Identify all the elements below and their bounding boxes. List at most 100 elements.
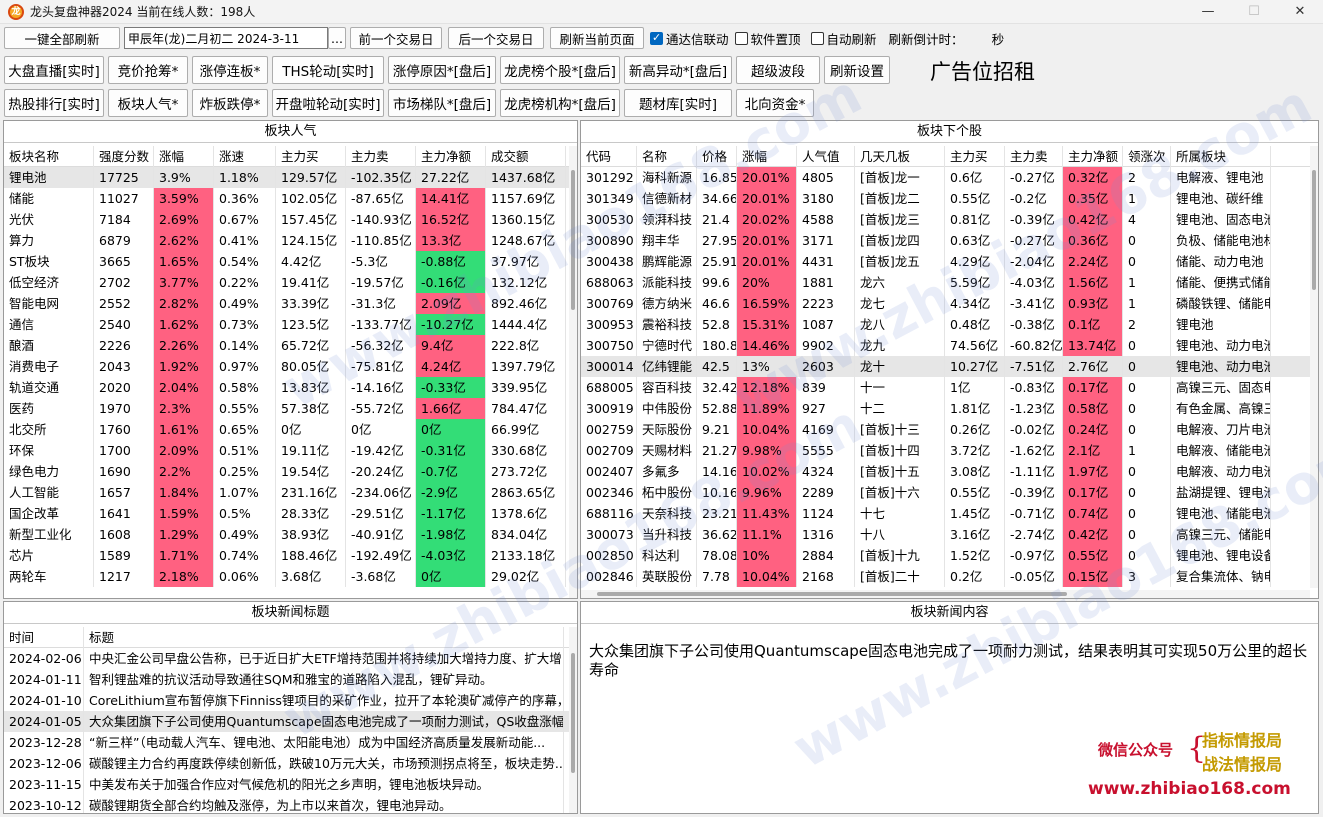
nav-button[interactable]: THS轮动[实时] — [272, 56, 384, 84]
next-trading-day-button[interactable]: 后一个交易日 — [448, 27, 544, 49]
maximize-button[interactable]: ☐ — [1231, 0, 1277, 24]
table-row[interactable]: 环保 1700 2.09% 0.51% 19.11亿 -19.42亿 -0.31亿 330.6… — [4, 440, 577, 461]
scroll-thumb[interactable] — [597, 592, 1067, 596]
table-row[interactable]: 2023-10-12 碳酸锂期货全部合约均触及涨停，为上市以来首次，锂电池异动。 — [4, 795, 577, 813]
table-row[interactable]: 300890 翔丰华 27.95 20.01% 3171 [首板]龙四 0.63亿 -0.27… — [581, 230, 1318, 251]
date-picker-button[interactable]: ... — [328, 27, 346, 49]
sector-table[interactable]: 板块名称 强度分数 涨幅 涨速 主力买 主力卖 主力净额 成交额 锂电池 17725 3.9% 1.1… — [4, 146, 577, 598]
nav-button[interactable]: 开盘啦轮动[实时] — [272, 89, 384, 117]
table-row[interactable]: 轨道交通 2020 2.04% 0.58% 13.83亿 -14.16亿 -0.33亿 339… — [4, 377, 577, 398]
nav-button[interactable]: 竞价抢筹* — [108, 56, 188, 84]
table-row[interactable]: 2024-01-05 大众集团旗下子公司使用Quantumscape固态电池完成了… — [4, 711, 577, 732]
table-row[interactable]: 300073 当升科技 36.62 11.1% 1316 十八 3.16亿 -2.74亿 0.4… — [581, 524, 1318, 545]
table-row[interactable]: 2024-02-06 中央汇金公司早盘公告称，已于近日扩大ETF增持范围并将持续加… — [4, 648, 577, 669]
column-header[interactable]: 领涨次 — [1123, 146, 1171, 167]
column-header[interactable]: 所属板块 — [1171, 146, 1271, 167]
table-row[interactable]: 002846 英联股份 7.78 10.04% 2168 [首板]二十 0.2亿 -0.05亿… — [581, 566, 1318, 587]
table-row[interactable]: 2023-12-28 “新三样”（电动载人汽车、锂电池、太阳能电池）成为中国经济高… — [4, 732, 577, 753]
table-row[interactable]: 低空经济 2702 3.77% 0.22% 19.41亿 -19.57亿 -0.16亿 132… — [4, 272, 577, 293]
nav-button[interactable]: 大盘直播[实时] — [4, 56, 104, 84]
nav-button[interactable]: 涨停原因*[盘后] — [388, 56, 496, 84]
column-header[interactable]: 时间 — [4, 627, 84, 648]
close-button[interactable]: ✕ — [1277, 0, 1323, 24]
scroll-thumb[interactable] — [1312, 170, 1316, 290]
table-row[interactable]: 绿色电力 1690 2.2% 0.25% 19.54亿 -20.24亿 -0.7亿 273.7… — [4, 461, 577, 482]
column-header[interactable]: 涨幅 — [154, 146, 214, 167]
table-row[interactable]: 301292 海科新源 16.85 20.01% 4805 [首板]龙一 0.6亿 -0.27… — [581, 167, 1318, 188]
table-row[interactable]: 300953 震裕科技 52.8 15.31% 1087 龙八 0.48亿 -0.38亿 0.1… — [581, 314, 1318, 335]
horizontal-scrollbar[interactable] — [581, 590, 1310, 598]
table-row[interactable]: 688063 派能科技 99.6 20% 1881 龙六 5.59亿 -4.03亿 1.56亿 1… — [581, 272, 1318, 293]
table-row[interactable]: 算力 6879 2.62% 0.41% 124.15亿 -110.85亿 13.3亿 1248… — [4, 230, 577, 251]
column-header[interactable]: 成交额 — [486, 146, 566, 167]
column-header[interactable]: 人气值 — [797, 146, 855, 167]
table-row[interactable]: 300530 领湃科技 21.4 20.02% 4588 [首板]龙三 0.81亿 -0.39… — [581, 209, 1318, 230]
table-row[interactable]: 300438 鹏辉能源 25.91 20.01% 4431 [首板]龙五 4.29亿 -2.0… — [581, 251, 1318, 272]
column-header[interactable]: 主力卖 — [1005, 146, 1063, 167]
column-header[interactable]: 名称 — [637, 146, 697, 167]
column-header[interactable]: 标题 — [84, 627, 564, 648]
column-header[interactable]: 涨速 — [214, 146, 276, 167]
scroll-thumb[interactable] — [571, 653, 575, 773]
table-row[interactable]: 锂电池 17725 3.9% 1.18% 129.57亿 -102.35亿 27.22亿 14… — [4, 167, 577, 188]
table-row[interactable]: 002346 柘中股份 10.16 9.96% 2289 [首板]十六 0.55亿 -0.39… — [581, 482, 1318, 503]
tdx-link-checkbox[interactable]: 通达信联动 — [650, 29, 729, 48]
column-header[interactable]: 主力买 — [276, 146, 346, 167]
column-header[interactable]: 板块名称 — [4, 146, 94, 167]
vertical-scrollbar[interactable] — [1310, 146, 1318, 588]
table-row[interactable]: 2023-12-06 碳酸锂主力合约再度跌停续创新低，跌破10万元大关，市场预测拐… — [4, 753, 577, 774]
pin-top-checkbox[interactable]: 软件置顶 — [734, 29, 801, 48]
table-row[interactable]: 光伏 7184 2.69% 0.67% 157.45亿 -140.93亿 16.52亿 136… — [4, 209, 577, 230]
table-row[interactable]: 002759 天际股份 9.21 10.04% 4169 [首板]十三 0.26亿 -0.02… — [581, 419, 1318, 440]
column-header[interactable]: 价格 — [697, 146, 737, 167]
nav-button[interactable]: 北向资金* — [736, 89, 814, 117]
vertical-scrollbar[interactable] — [569, 627, 577, 813]
nav-button[interactable]: 新高异动*[盘后] — [624, 56, 732, 84]
table-row[interactable]: 通信 2540 1.62% 0.73% 123.5亿 -133.77亿 -10.27亿 144… — [4, 314, 577, 335]
table-row[interactable]: 300919 中伟股份 52.88 11.89% 927 十二 1.81亿 -1.23亿 0.5… — [581, 398, 1318, 419]
minimize-button[interactable]: — — [1185, 0, 1231, 24]
table-row[interactable]: 2024-01-10 CoreLithium宣布暂停旗下Finniss锂项目的采矿… — [4, 690, 577, 711]
table-row[interactable]: 人工智能 1657 1.84% 1.07% 231.16亿 -234.06亿 -2.9亿 28… — [4, 482, 577, 503]
table-row[interactable]: 新型工业化 1608 1.29% 0.49% 38.93亿 -40.91亿 -1.98亿 83… — [4, 524, 577, 545]
table-row[interactable]: 国企改革 1641 1.59% 0.5% 28.33亿 -29.51亿 -1.17亿 1378… — [4, 503, 577, 524]
auto-refresh-checkbox[interactable]: 自动刷新 — [810, 29, 877, 48]
column-header[interactable]: 主力净额 — [416, 146, 486, 167]
column-header[interactable]: 主力卖 — [346, 146, 416, 167]
nav-button[interactable]: 超级波段 — [736, 56, 820, 84]
table-row[interactable]: 2023-11-15 中美发布关于加强合作应对气候危机的阳光之乡声明，锂电池板块异… — [4, 774, 577, 795]
column-header[interactable]: 主力买 — [945, 146, 1005, 167]
nav-button[interactable]: 龙虎榜个股*[盘后] — [500, 56, 620, 84]
nav-button[interactable]: 题材库[实时] — [624, 89, 732, 117]
table-row[interactable]: 300014 亿纬锂能 42.5 13% 2603 龙十 10.27亿 -7.51亿 2.76亿… — [581, 356, 1318, 377]
column-header[interactable]: 代码 — [581, 146, 637, 167]
table-row[interactable]: 300769 德方纳米 46.6 16.59% 2223 龙七 4.34亿 -3.41亿 0.9… — [581, 293, 1318, 314]
nav-button[interactable]: 市场梯队*[盘后] — [388, 89, 496, 117]
column-header[interactable]: 涨幅 — [737, 146, 797, 167]
table-row[interactable]: 002709 天赐材料 21.27 9.98% 5555 [首板]十四 3.72亿 -1.62… — [581, 440, 1318, 461]
table-row[interactable]: 2024-01-11 智利锂盐难的抗议活动导致通往SQM和雅宝的道路陷入混乱，锂矿… — [4, 669, 577, 690]
vertical-scrollbar[interactable] — [569, 146, 577, 598]
table-row[interactable]: 智能电网 2552 2.82% 0.49% 33.39亿 -31.3亿 2.09亿 892.4… — [4, 293, 577, 314]
table-row[interactable]: 消费电子 2043 1.92% 0.97% 80.05亿 -75.81亿 4.24亿 1397… — [4, 356, 577, 377]
table-row[interactable]: 002407 多氟多 14.16 10.02% 4324 [首板]十五 3.08亿 -1.11… — [581, 461, 1318, 482]
table-row[interactable]: 两轮车 1217 2.18% 0.06% 3.68亿 -3.68亿 0亿 29.02亿 — [4, 566, 577, 587]
nav-button[interactable]: 刷新设置 — [824, 56, 890, 84]
table-row[interactable]: 002850 科达利 78.08 10% 2884 [首板]十九 1.52亿 -0.97亿 0.… — [581, 545, 1318, 566]
table-row[interactable]: 301349 信德新材 34.66 20.01% 3180 [首板]龙二 0.55亿 -0.2… — [581, 188, 1318, 209]
table-row[interactable]: 酿酒 2226 2.26% 0.14% 65.72亿 -56.32亿 9.4亿 222.8亿 — [4, 335, 577, 356]
prev-trading-day-button[interactable]: 前一个交易日 — [350, 27, 442, 49]
column-header[interactable]: 几天几板 — [855, 146, 945, 167]
table-row[interactable]: ST板块 3665 1.65% 0.54% 4.42亿 -5.3亿 -0.88亿 37.97亿 — [4, 251, 577, 272]
refresh-page-button[interactable]: 刷新当前页面 — [550, 27, 644, 49]
date-field[interactable]: 甲辰年(龙)二月初二 2024-3-11 — [124, 27, 328, 49]
nav-button[interactable]: 龙虎榜机构*[盘后] — [500, 89, 620, 117]
table-row[interactable]: 北交所 1760 1.61% 0.65% 0亿 0亿 0亿 66.99亿 — [4, 419, 577, 440]
table-row[interactable]: 300750宁德时代180.8514.46%9902龙九74.56亿-60.82… — [581, 335, 1318, 356]
table-row[interactable]: 储能 11027 3.59% 0.36% 102.05亿 -87.65亿 14.41亿 115… — [4, 188, 577, 209]
nav-button[interactable]: 热股排行[实时] — [4, 89, 104, 117]
nav-button[interactable]: 板块人气* — [108, 89, 188, 117]
table-row[interactable]: 688005 容百科技 32.42 12.18% 839 十一 1亿 -0.83亿 0.17亿 0… — [581, 377, 1318, 398]
nav-button[interactable]: 涨停连板* — [192, 56, 268, 84]
column-header[interactable]: 主力净额 — [1063, 146, 1123, 167]
